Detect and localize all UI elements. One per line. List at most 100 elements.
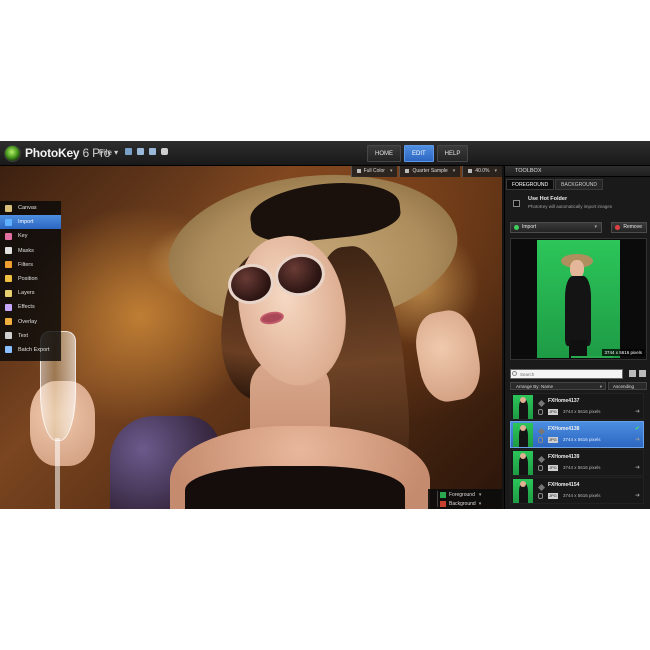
photokey-logo-icon (4, 145, 21, 162)
file-thumbnail (513, 451, 533, 475)
tab-home[interactable]: HOME (367, 145, 401, 162)
file-name: FXHome4138 (548, 426, 580, 432)
background-label: Background (449, 500, 476, 507)
color-mode-icon (356, 168, 361, 173)
background-swatch (440, 500, 446, 507)
list-item[interactable]: FXHome4138 JPG 3744 x 5616 pixels ➜ ✔ (510, 421, 644, 448)
list-view-icon[interactable] (629, 370, 636, 377)
tool-menu: Canvas Import Key Masks Filters Position Layer… (0, 201, 61, 361)
tab-edit[interactable]: EDIT (404, 145, 434, 162)
key-icon (5, 232, 12, 240)
tool-item-text[interactable]: Text (0, 329, 61, 343)
favorite-icon[interactable] (537, 455, 546, 464)
favorite-icon[interactable] (537, 427, 546, 436)
tab-help[interactable]: HELP (436, 145, 469, 162)
email-icon[interactable] (149, 148, 156, 155)
file-size: 3744 x 5616 pixels (563, 437, 601, 442)
import-label: Import (522, 224, 537, 230)
import-button[interactable]: Import ▾ (510, 222, 602, 233)
tool-item-key[interactable]: Key (0, 229, 61, 243)
tool-item-layers[interactable]: Layers (0, 286, 61, 300)
arrow-right-icon[interactable]: ➜ (635, 464, 640, 471)
file-thumbnail (513, 395, 533, 419)
hand (410, 306, 486, 406)
hot-folder-checkbox[interactable] (513, 200, 520, 207)
tool-item-masks[interactable]: Masks (0, 244, 61, 258)
chevron-down-icon: ▾ (594, 224, 597, 230)
favorite-icon[interactable] (537, 399, 546, 408)
color-mode-dropdown[interactable]: Full Color ▾ (350, 166, 398, 177)
remove-icon (615, 225, 621, 230)
chevron-down-icon: ▾ (389, 168, 393, 174)
file-name: FXHome4154 (548, 482, 580, 488)
tool-item-label: Text (18, 332, 29, 339)
tab-background[interactable]: BACKGROUND (555, 179, 603, 190)
tool-item-label: Effects (18, 304, 35, 311)
search-icon (512, 371, 517, 376)
tool-item-canvas[interactable]: Canvas (0, 201, 61, 215)
arrow-right-icon[interactable]: ➜ (635, 492, 640, 499)
list-item[interactable]: FXHome4139 JPG 3744 x 5616 pixels ➜ (510, 449, 644, 476)
zoom-dropdown[interactable]: 40.0% ▾ (462, 166, 502, 177)
arrow-right-icon[interactable]: ➜ (635, 408, 640, 415)
file-size: 3744 x 5616 pixels (563, 409, 601, 414)
save-icon[interactable] (125, 148, 132, 155)
foreground-toggle[interactable]: Foreground ▾ (440, 490, 481, 499)
file-format-badge: JPG (548, 409, 558, 415)
tool-item-effects[interactable]: Effects (0, 300, 61, 314)
tool-item-label: Import (18, 219, 34, 226)
attachment-icon (538, 437, 543, 443)
foreground-label: Foreground (449, 491, 475, 498)
tool-item-import[interactable]: Import (0, 215, 61, 230)
remove-button[interactable]: Remove (611, 222, 647, 233)
preview-thumbnail (537, 240, 620, 358)
preview-scrollbar[interactable] (571, 356, 613, 358)
list-item[interactable]: FXHome4137 JPG 3744 x 5616 pixels ➜ (510, 393, 644, 420)
camera-icon[interactable] (161, 148, 168, 155)
sort-order-label: Ascending (613, 384, 635, 389)
file-size: 3744 x 5616 pixels (563, 465, 601, 470)
layers-icon (5, 289, 12, 297)
attachment-icon (538, 465, 543, 471)
sample-icon (405, 168, 410, 173)
top-bar: PhotoKey 6 Pro File ▾ HOME EDIT HELP (0, 141, 650, 166)
preview-body (565, 276, 591, 346)
tab-foreground[interactable]: FOREGROUND (506, 179, 555, 190)
arrange-by-label: Arrange By: Name (516, 384, 554, 389)
attachment-icon (538, 493, 543, 499)
chevron-down-icon: ▾ (494, 168, 497, 174)
tool-item-label: Masks (18, 247, 34, 254)
layer-toggle: Foreground ▾ Background ▾ (428, 489, 502, 509)
arrange-by-dropdown[interactable]: Arrange By: Name ▾ (510, 382, 606, 390)
attachment-icon (538, 409, 543, 415)
arrow-right-icon[interactable]: ➜ (635, 436, 640, 443)
image-canvas[interactable]: Full Color ▾ Quarter Sample ▾ 40.0% ▾ Canva… (0, 166, 502, 509)
tool-item-label: Overlay (18, 318, 37, 325)
grid-view-icon[interactable] (639, 370, 646, 377)
background-toggle[interactable]: Background ▾ (440, 499, 481, 508)
hot-folder-description: PhotoKey will automatically import image… (528, 204, 613, 209)
file-name: FXHome4139 (548, 454, 580, 460)
chevron-down-icon: ▾ (114, 148, 119, 157)
sort-order-dropdown[interactable]: Ascending (608, 382, 647, 390)
tool-item-filters[interactable]: Filters (0, 258, 61, 272)
nav-tabs: HOME EDIT HELP (367, 145, 469, 162)
search-input[interactable] (510, 369, 623, 379)
file-format-badge: JPG (548, 437, 558, 443)
tool-item-batch-export[interactable]: Batch Export (0, 343, 61, 357)
file-menu-label: File (99, 148, 112, 157)
view-toggle-icon[interactable] (430, 491, 438, 507)
effects-icon (5, 303, 12, 311)
sample-dropdown[interactable]: Quarter Sample ▾ (399, 166, 461, 177)
open-icon[interactable] (137, 148, 144, 155)
filters-icon (5, 261, 12, 269)
file-list: FXHome4137 JPG 3744 x 5616 pixels ➜ FXHome41… (510, 393, 644, 506)
list-item[interactable]: FXHome4154 JPG 3744 x 5616 pixels ➜ (510, 477, 644, 504)
file-menu[interactable]: File ▾ (99, 148, 118, 157)
favorite-icon[interactable] (537, 483, 546, 492)
toolbox-panel: TOOLBOX FOREGROUND BACKGROUND Use Hot Fol… (504, 166, 650, 509)
tool-item-overlay[interactable]: Overlay (0, 315, 61, 329)
search-bar (510, 369, 647, 379)
overlay-icon (5, 318, 12, 325)
tool-item-position[interactable]: Position (0, 272, 61, 286)
